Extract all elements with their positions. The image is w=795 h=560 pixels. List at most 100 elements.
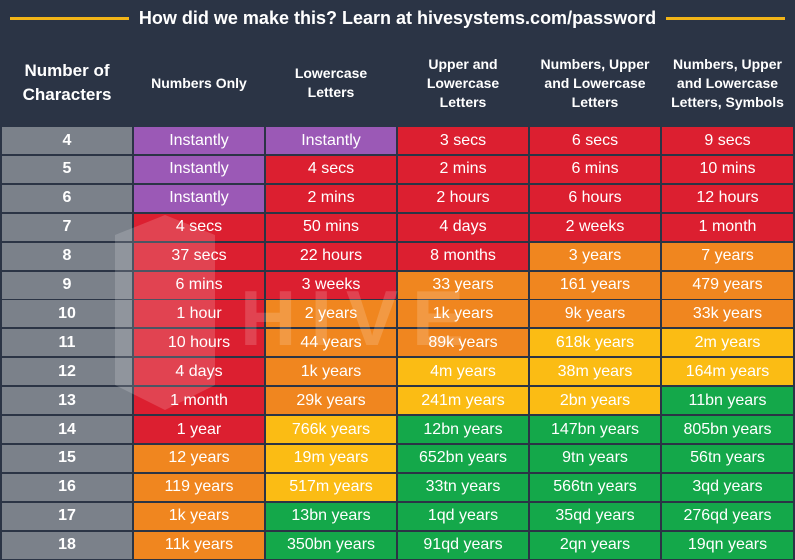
column-header: Numbers, Upper and Lowercase Letters <box>540 55 650 110</box>
crack-time-cell: 8 months <box>398 242 528 270</box>
table-row: 74 secs 50 mins 4 days 2 weeks 1 month <box>0 213 795 241</box>
crack-time-cell: 13bn years <box>266 502 396 530</box>
table-row: 18 11k years 350bn years 91qd years 2qn year… <box>0 531 795 559</box>
table-row: 13 1 month 29k years 241m years 2bn years 11b… <box>0 387 795 415</box>
crack-time-cell: 1 year <box>134 416 264 443</box>
crack-time-cell: 1qd years <box>398 502 528 530</box>
crack-time-cell: 56tn years <box>662 444 793 472</box>
table-row: 17 1k years 13bn years 1qd years 35qd years 2… <box>0 502 795 530</box>
crack-time-cell: 12 hours <box>662 184 793 212</box>
crack-time-cell: 2 years <box>266 300 396 328</box>
crack-time-cell: Instantly <box>134 184 264 212</box>
crack-time-cell: 2bn years <box>530 387 660 415</box>
crack-time-cell: 9tn years <box>530 444 660 472</box>
character-count-cell: 9 <box>2 271 132 299</box>
crack-time-cell: 805bn years <box>662 416 793 443</box>
table-row: 8 37 secs 22 hours 8 months 3 years 7 years <box>0 242 795 270</box>
table-header: Number of Characters Numbers Only Lowercase… <box>0 40 795 126</box>
crack-time-cell: 276qd years <box>662 502 793 530</box>
crack-time-cell: Instantly <box>134 127 264 154</box>
crack-time-cell: 119 years <box>134 473 264 501</box>
character-count-cell: 10 <box>2 300 132 328</box>
banner-rule-right <box>666 16 786 20</box>
table-row: 16 119 years 517m years 33tn years 566tn yea… <box>0 473 795 501</box>
crack-time-cell: 3 weeks <box>266 271 396 299</box>
crack-time-cell: 479 years <box>662 271 793 299</box>
crack-time-cell: 44 years <box>266 329 396 357</box>
crack-time-cell: 766k years <box>266 416 396 443</box>
crack-time-cell: 241m years <box>398 387 528 415</box>
crack-time-cell: 4 secs <box>266 155 396 183</box>
crack-time-cell: 1 month <box>662 213 793 241</box>
character-count-cell: 11 <box>2 329 132 357</box>
crack-time-cell: 29k years <box>266 387 396 415</box>
crack-time-cell: 33k years <box>662 300 793 328</box>
crack-time-cell: 12bn years <box>398 416 528 443</box>
character-count-cell: 17 <box>2 502 132 530</box>
banner: How did we make this? Learn at hivesyste… <box>0 0 795 36</box>
crack-time-cell: Instantly <box>134 155 264 183</box>
character-count-cell: 4 <box>2 127 132 154</box>
crack-time-cell: 1 hour <box>134 300 264 328</box>
crack-time-cell: 38m years <box>530 358 660 386</box>
crack-time-cell: 566tn years <box>530 473 660 501</box>
crack-time-cell: 50 mins <box>266 213 396 241</box>
table-row: 12 4 days 1k years 4m years 38m years 164m ye… <box>0 358 795 386</box>
table-row: 14 1 year 766k years 12bn years 147bn years 8… <box>0 416 795 443</box>
column-header: Number of Characters <box>22 61 112 104</box>
character-count-cell: 18 <box>2 531 132 559</box>
crack-time-cell: 4 days <box>134 358 264 386</box>
character-count-cell: 15 <box>2 444 132 472</box>
character-count-cell: 14 <box>2 416 132 443</box>
crack-time-cell: 164m years <box>662 358 793 386</box>
crack-time-cell: 89k years <box>398 329 528 357</box>
character-count-cell: 12 <box>2 358 132 386</box>
crack-time-cell: 618k years <box>530 329 660 357</box>
crack-time-cell: 6 hours <box>530 184 660 212</box>
character-count-cell: 13 <box>2 387 132 415</box>
table-row: 11 10 hours 44 years 89k years 618k years 2m … <box>0 329 795 357</box>
crack-time-cell: 6 mins <box>530 155 660 183</box>
crack-time-cell: 7 years <box>662 242 793 270</box>
crack-time-cell: 2 hours <box>398 184 528 212</box>
crack-time-cell: 1k years <box>266 358 396 386</box>
column-header: Numbers Only <box>151 74 247 91</box>
table-row: 5 Instantly 4 secs 2 mins 6 mins 10 mins <box>0 155 795 183</box>
crack-time-cell: 2 weeks <box>530 213 660 241</box>
banner-text: How did we make this? Learn at hivesyste… <box>138 7 657 28</box>
crack-time-cell: 33 years <box>398 271 528 299</box>
crack-time-cell: 19qn years <box>662 531 793 559</box>
column-header: Numbers, Upper and Lowercase Letters, Symb… <box>671 55 784 110</box>
table-row: 10 1 hour 2 years 1k years 9k years 33k years <box>0 300 795 328</box>
crack-time-cell: 517m years <box>266 473 396 501</box>
crack-time-cell: 37 secs <box>134 242 264 270</box>
character-count-cell: 16 <box>2 473 132 501</box>
crack-time-cell: 9 secs <box>662 127 793 154</box>
crack-time-cell: 11k years <box>134 531 264 559</box>
table-row: 4 Instantly Instantly 3 secs 6 secs 9 secs <box>0 127 795 154</box>
crack-time-cell: 2 mins <box>398 155 528 183</box>
column-header: Upper and Lowercase Letters <box>426 55 500 110</box>
crack-time-cell: 12 years <box>134 444 264 472</box>
crack-time-cell: 33tn years <box>398 473 528 501</box>
crack-time-cell: 6 secs <box>530 127 660 154</box>
crack-time-cell: 35qd years <box>530 502 660 530</box>
crack-time-cell: 10 mins <box>662 155 793 183</box>
crack-time-cell: 22 hours <box>266 242 396 270</box>
character-count-cell: 6 <box>2 184 132 212</box>
crack-time-cell: 4 days <box>398 213 528 241</box>
crack-time-cell: 11bn years <box>662 387 793 415</box>
crack-time-cell: 3qd years <box>662 473 793 501</box>
password-table: 4 Instantly Instantly 3 secs 6 secs 9 secs 5 In… <box>0 127 795 560</box>
crack-time-cell: 652bn years <box>398 444 528 472</box>
table-row: 6 Instantly 2 mins 2 hours 6 hours 12 hours <box>0 184 795 212</box>
crack-time-cell: 2qn years <box>530 531 660 559</box>
crack-time-cell: 2m years <box>662 329 793 357</box>
crack-time-cell: 1k years <box>398 300 528 328</box>
crack-time-cell: 91qd years <box>398 531 528 559</box>
crack-time-cell: 4 secs <box>134 213 264 241</box>
crack-time-cell: 6 mins <box>134 271 264 299</box>
character-count-cell: 5 <box>2 155 132 183</box>
column-header: Lowercase Letters <box>294 65 368 100</box>
crack-time-cell: 2 mins <box>266 184 396 212</box>
